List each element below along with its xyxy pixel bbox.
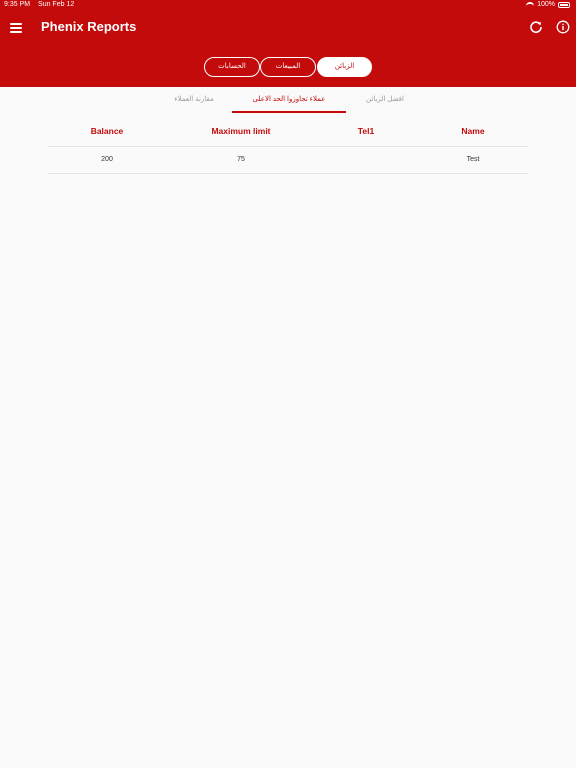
- app-title: Phenix Reports: [41, 19, 137, 34]
- report-tabs: افضل الزبائن عملاء تجاوزوا الحد الاعلى م…: [0, 87, 576, 113]
- cell-name: Test: [466, 156, 480, 163]
- cell-balance: 200: [101, 156, 113, 163]
- tab-over-limit-customers[interactable]: عملاء تجاوزوا الحد الاعلى: [232, 95, 346, 105]
- segment-sales[interactable]: المبيعات: [260, 57, 316, 77]
- tab-customer-comparison[interactable]: مقارنة العملاء: [160, 95, 228, 105]
- tab-top-customers[interactable]: افضل الزبائن: [352, 95, 418, 105]
- row-divider: [48, 173, 528, 174]
- battery-percent: 100%: [537, 1, 555, 8]
- segment-customers[interactable]: الزبائن: [317, 57, 372, 77]
- status-time: 9:35 PM: [4, 1, 31, 8]
- status-bar: 9:35 PM Sun Feb 12 100%: [0, 0, 576, 10]
- hamburger-menu-icon[interactable]: [9, 20, 25, 36]
- header-name: Name: [461, 126, 485, 136]
- wifi-icon: [526, 2, 535, 8]
- header-divider: [48, 146, 528, 147]
- battery-icon: [558, 2, 570, 8]
- app-header: 9:35 PM Sun Feb 12 100% Phenix Reports ا…: [0, 0, 576, 87]
- segment-accounts[interactable]: الحسابات: [204, 57, 260, 77]
- info-icon[interactable]: [556, 20, 570, 34]
- header-maximum-limit: Maximum limit: [211, 126, 271, 136]
- active-tab-indicator: [232, 111, 346, 113]
- status-date: Sun Feb 12: [38, 1, 75, 8]
- header-balance: Balance: [90, 126, 124, 136]
- header-tel1: Tel1: [357, 126, 375, 136]
- refresh-icon[interactable]: [529, 20, 543, 34]
- cell-maximum-limit: 75: [237, 156, 245, 163]
